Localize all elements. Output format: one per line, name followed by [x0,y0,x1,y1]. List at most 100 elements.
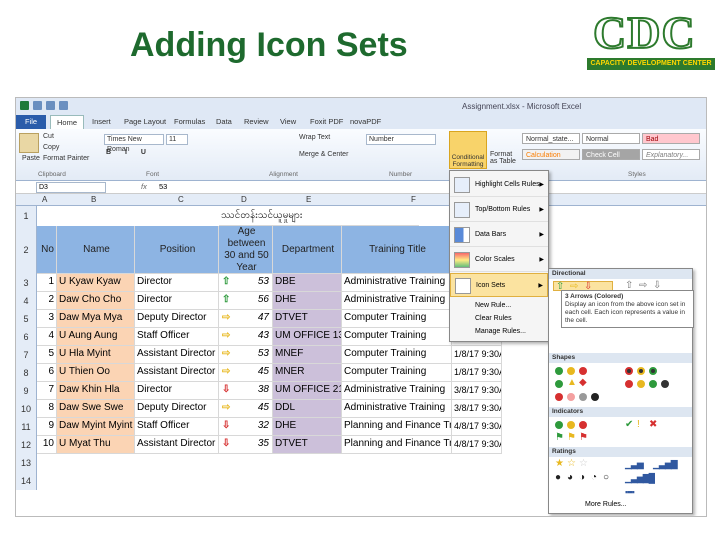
menu-new-rule[interactable]: New Rule... [450,301,548,312]
header-position[interactable]: Position [135,226,219,274]
cell-name[interactable]: U Hla Myint [57,346,135,364]
wrap-text-button[interactable]: Wrap Text [299,134,330,141]
cell-date[interactable]: 3/8/17 9:30A [452,400,502,418]
style-check-cell[interactable]: Check Cell [582,149,640,160]
header-training-title[interactable]: Training Title [342,226,452,274]
cell-name[interactable]: Daw Myint Myint [57,418,135,436]
tab-home[interactable]: Home [50,115,84,129]
row-header[interactable]: 8 [16,364,37,382]
cell-name[interactable]: U Thien Oo [57,364,135,382]
cell-age[interactable]: ⇩ 35 [219,436,273,454]
cut-button[interactable]: Cut [43,133,54,140]
menu-manage-rules[interactable]: Manage Rules... [450,327,548,338]
col-header-f[interactable]: F [411,195,416,204]
cell-training-title[interactable]: Computer Training [342,328,452,346]
tab-review[interactable]: Review [244,117,269,126]
cell-training-title[interactable]: Planning and Finance Training [342,418,452,436]
row-header[interactable]: 13 [16,454,37,472]
cell-age[interactable]: ⇨ 43 [219,328,273,346]
cell-position[interactable]: Staff Officer [135,418,219,436]
cell-department[interactable]: DTVET [273,310,342,328]
cell-training-title[interactable]: Administrative Training [342,292,452,310]
cell-no[interactable]: 2 [37,292,57,310]
paste-icon[interactable] [19,133,39,153]
tab-novapdf[interactable]: novaPDF [350,117,381,126]
menu-color-scales[interactable]: Color Scales ▶ [450,248,548,272]
cell-position[interactable]: Director [135,382,219,400]
icon-set-indicators[interactable]: ✔ ! ✖ ⚑ ⚑ ⚑ [553,419,691,445]
sheet-title[interactable]: ဿင်တန်း​သင်ယူမှုများ [219,206,419,226]
cell-no[interactable]: 5 [37,346,57,364]
style-calculation[interactable]: Calculation [522,149,580,160]
col-header-a[interactable]: A [42,195,47,204]
cell-department[interactable]: DTVET [273,436,342,454]
cell-training-title[interactable]: Administrative Training [342,274,452,292]
cell-department[interactable]: DBE [273,274,342,292]
paste-button[interactable]: Paste [22,155,40,162]
menu-clear-rules[interactable]: Clear Rules [450,314,548,325]
cell-position[interactable]: Director [135,274,219,292]
cell-no[interactable]: 7 [37,382,57,400]
style-explanatory[interactable]: Explanatory... [642,149,700,160]
col-header-d[interactable]: D [241,195,247,204]
cell-department[interactable]: DHE [273,418,342,436]
cell-no[interactable]: 6 [37,364,57,382]
more-rules-link[interactable]: More Rules... [585,501,627,508]
save-icon[interactable] [33,101,42,110]
tab-insert[interactable]: Insert [92,117,111,126]
header-name[interactable]: Name [57,226,135,274]
cell-name[interactable]: U Myat Thu [57,436,135,454]
cell-date[interactable]: 1/8/17 9:30A [452,364,502,382]
cell-training-title[interactable]: Planning and Finance Training [342,436,452,454]
tab-data[interactable]: Data [216,117,232,126]
cell-name[interactable]: Daw Cho Cho [57,292,135,310]
cell-age[interactable]: ⇨ 47 [219,310,273,328]
header-age[interactable]: Age between 30 and 50 Year [219,226,273,274]
cell-department[interactable]: MNER [273,364,342,382]
cell-training-title[interactable]: Administrative Training [342,400,452,418]
tab-formulas[interactable]: Formulas [174,117,205,126]
row-header[interactable]: 2 [16,226,37,274]
formula-input[interactable]: 53 [159,182,167,191]
cell-position[interactable]: Deputy Director [135,400,219,418]
cell-date[interactable]: 3/8/17 9:30A [452,382,502,400]
cell-name[interactable]: Daw Swe Swe [57,400,135,418]
cell-age[interactable]: ⇨ 45 [219,364,273,382]
font-name-select[interactable]: Times New Roman [104,134,164,153]
header-department[interactable]: Department [273,226,342,274]
col-header-e[interactable]: E [306,195,311,204]
row-header[interactable]: 12 [16,436,37,454]
cell-age[interactable]: ⇩ 38 [219,382,273,400]
cell-training-title[interactable]: Computer Training [342,346,452,364]
cell-age[interactable]: ⇨ 45 [219,400,273,418]
cell-no[interactable]: 4 [37,328,57,346]
merge-center-button[interactable]: Merge & Center [299,151,348,158]
tab-foxit-pdf[interactable]: Foxit PDF [310,117,343,126]
cell-position[interactable]: Staff Officer [135,328,219,346]
cell-position[interactable]: Assistant Director [135,436,219,454]
cell-age[interactable]: ⇨ 53 [219,346,273,364]
cell-no[interactable]: 1 [37,274,57,292]
cell-training-title[interactable]: Computer Training [342,310,452,328]
font-size-select[interactable]: 11 [166,134,188,145]
cell-name[interactable]: Daw Mya Mya [57,310,135,328]
cell-name[interactable]: Daw Khin Hla [57,382,135,400]
number-format-select[interactable]: Number [366,134,436,145]
cell-position[interactable]: Deputy Director [135,310,219,328]
cell-date[interactable]: 4/8/17 9:30A [452,436,502,454]
style-bad[interactable]: Bad [642,133,700,144]
row-header[interactable]: 9 [16,382,37,400]
col-header-c[interactable]: C [178,195,184,204]
name-box[interactable]: D3 [36,182,106,193]
tab-page-layout[interactable]: Page Layout [124,117,166,126]
header-no[interactable]: No [37,226,57,274]
cell-department[interactable]: MNEF [273,346,342,364]
cell-department[interactable]: UM OFFICE 13 [273,328,342,346]
format-painter-button[interactable]: Format Painter [43,155,89,162]
cell-position[interactable]: Assistant Director [135,346,219,364]
copy-button[interactable]: Copy [43,144,59,151]
menu-highlight-cells-rules[interactable]: Highlight Cells Rules ▶ [450,173,548,197]
menu-icon-sets[interactable]: Icon Sets ▶ [450,273,548,297]
menu-data-bars[interactable]: Data Bars ▶ [450,223,548,247]
cell-training-title[interactable]: Computer Training [342,364,452,382]
